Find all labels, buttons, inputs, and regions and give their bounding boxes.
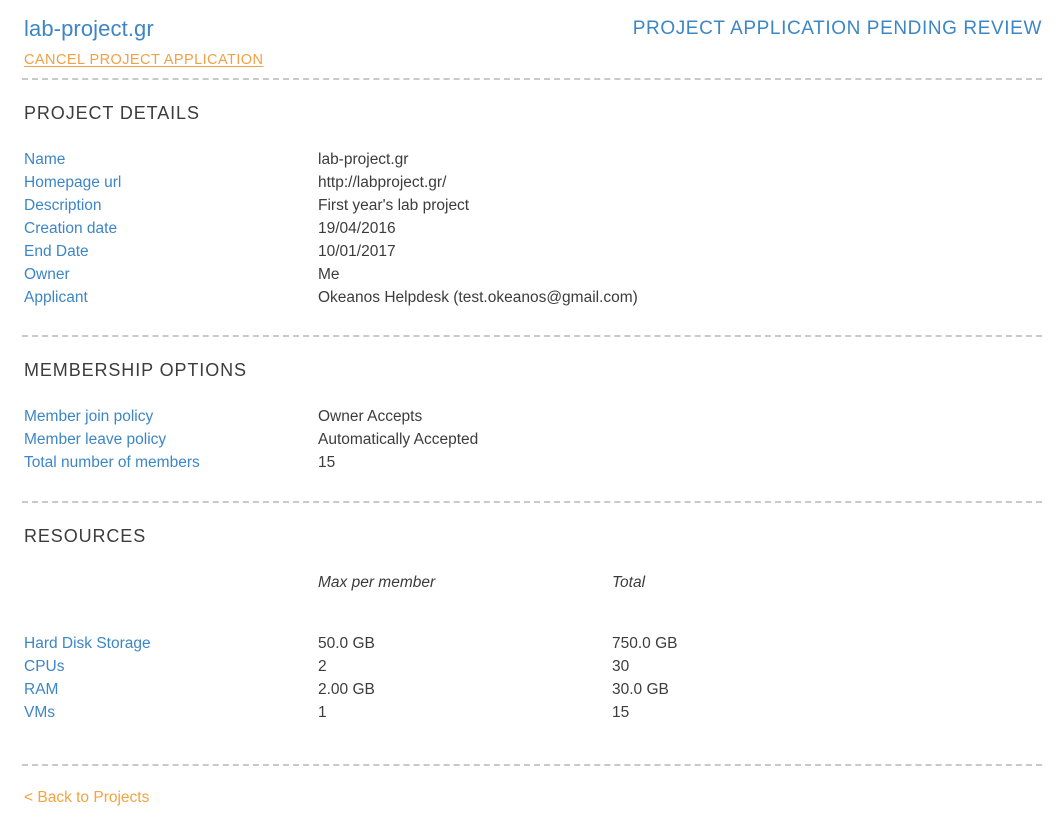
membership-label: Member join policy bbox=[24, 408, 154, 425]
resources-heading: RESOURCES bbox=[24, 526, 147, 546]
detail-value: http://labproject.gr/ bbox=[318, 174, 447, 191]
page-header: lab-project.gr PROJECT APPLICATION PENDI… bbox=[22, 0, 1042, 78]
detail-label: End Date bbox=[24, 243, 89, 260]
resource-total: 30 bbox=[612, 658, 630, 675]
detail-label: Creation date bbox=[24, 220, 118, 237]
membership-options-heading: MEMBERSHIP OPTIONS bbox=[24, 360, 247, 380]
column-header-max-per-member: Max per member bbox=[318, 574, 436, 591]
resource-max-per-member: 2.00 GB bbox=[318, 681, 375, 698]
table-row: RAM 2.00 GB 30.0 GB bbox=[24, 678, 1042, 701]
cancel-project-application-link[interactable]: CANCEL PROJECT APPLICATION bbox=[24, 50, 263, 70]
detail-label: Homepage url bbox=[24, 174, 122, 191]
column-header-resource bbox=[24, 571, 318, 594]
detail-label: Name bbox=[24, 151, 66, 168]
resource-total: 15 bbox=[612, 704, 630, 721]
page-title: lab-project.gr bbox=[24, 16, 154, 41]
membership-value: 15 bbox=[318, 454, 336, 471]
project-details-heading: PROJECT DETAILS bbox=[24, 103, 200, 123]
membership-label: Member leave policy bbox=[24, 431, 167, 448]
detail-row: Applicant Okeanos Helpdesk (test.okeanos… bbox=[24, 286, 1042, 309]
detail-row: Owner Me bbox=[24, 263, 1042, 286]
resource-name: VMs bbox=[24, 704, 55, 721]
detail-label: Description bbox=[24, 197, 102, 214]
project-details-rows: Name lab-project.gr Homepage url http://… bbox=[24, 148, 1042, 309]
membership-value: Automatically Accepted bbox=[318, 431, 479, 448]
table-bottom-spacer bbox=[24, 724, 1042, 738]
resource-name: Hard Disk Storage bbox=[24, 635, 151, 652]
detail-value: Me bbox=[318, 266, 340, 283]
membership-row: Member leave policy Automatically Accept… bbox=[24, 428, 1042, 451]
status-badge: PROJECT APPLICATION PENDING REVIEW bbox=[632, 18, 1042, 39]
resources-table: Max per member Total Hard Disk Storage 5… bbox=[24, 571, 1042, 738]
resource-max-per-member: 2 bbox=[318, 658, 327, 675]
table-row: Hard Disk Storage 50.0 GB 750.0 GB bbox=[24, 632, 1042, 655]
resources-table-header: Max per member Total bbox=[24, 571, 1042, 594]
detail-label: Owner bbox=[24, 266, 70, 283]
detail-value: Okeanos Helpdesk (test.okeanos@gmail.com… bbox=[318, 289, 638, 306]
detail-value: 19/04/2016 bbox=[318, 220, 396, 237]
resource-total: 30.0 GB bbox=[612, 681, 669, 698]
resource-total: 750.0 GB bbox=[612, 635, 678, 652]
membership-row: Member join policy Owner Accepts bbox=[24, 405, 1042, 428]
resource-max-per-member: 50.0 GB bbox=[318, 635, 375, 652]
membership-value: Owner Accepts bbox=[318, 408, 423, 425]
resource-name: CPUs bbox=[24, 658, 65, 675]
detail-row: Description First year's lab project bbox=[24, 194, 1042, 217]
detail-label: Applicant bbox=[24, 289, 88, 306]
membership-label: Total number of members bbox=[24, 454, 200, 471]
membership-row: Total number of members 15 bbox=[24, 451, 1042, 474]
membership-options-section: MEMBERSHIP OPTIONS Member join policy Ow… bbox=[22, 337, 1042, 474]
detail-value: lab-project.gr bbox=[318, 151, 409, 168]
membership-options-rows: Member join policy Owner Accepts Member … bbox=[24, 405, 1042, 474]
detail-row: Homepage url http://labproject.gr/ bbox=[24, 171, 1042, 194]
detail-row: End Date 10/01/2017 bbox=[24, 240, 1042, 263]
resources-section: RESOURCES Max per member Total Hard Disk… bbox=[22, 503, 1042, 738]
page-footer: < Back to Projects bbox=[22, 766, 1042, 809]
detail-value: First year's lab project bbox=[318, 197, 470, 214]
table-row: CPUs 2 30 bbox=[24, 655, 1042, 678]
resource-name: RAM bbox=[24, 681, 59, 698]
table-row: VMs 1 15 bbox=[24, 701, 1042, 724]
detail-row: Name lab-project.gr bbox=[24, 148, 1042, 171]
project-details-section: PROJECT DETAILS Name lab-project.gr Home… bbox=[22, 80, 1042, 309]
project-application-page: lab-project.gr PROJECT APPLICATION PENDI… bbox=[0, 0, 1064, 829]
detail-value: 10/01/2017 bbox=[318, 243, 396, 260]
detail-row: Creation date 19/04/2016 bbox=[24, 217, 1042, 240]
resource-max-per-member: 1 bbox=[318, 704, 327, 721]
column-header-total: Total bbox=[612, 574, 646, 591]
back-to-projects-link[interactable]: < Back to Projects bbox=[24, 787, 149, 809]
